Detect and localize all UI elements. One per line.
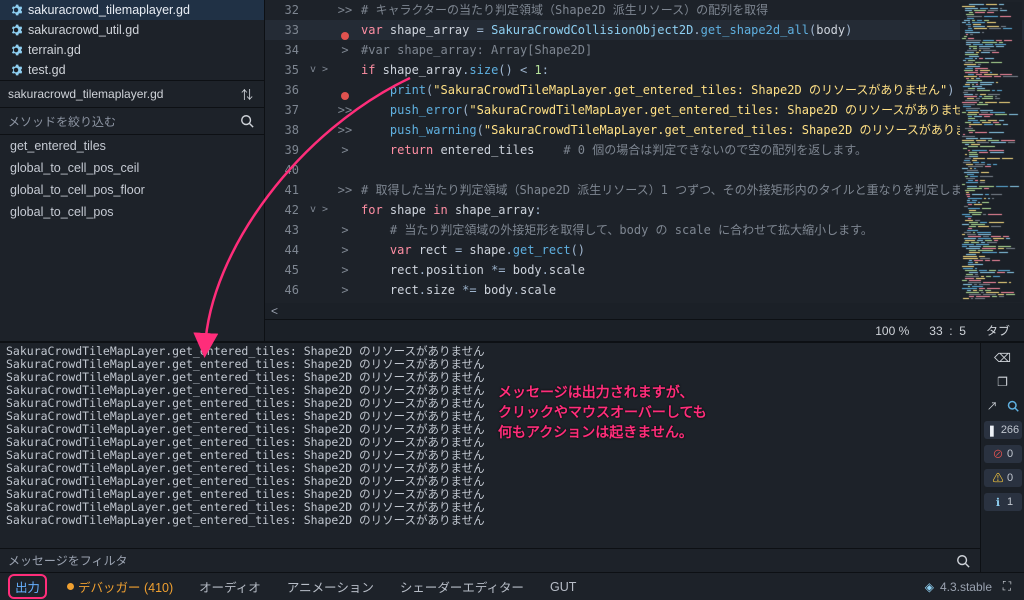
editor-status-bar: 100 % 33 : 5 タブ [265,319,1024,341]
code-line[interactable]: 42v >for shape in shape_array: [265,200,1024,220]
script-file-name: sakuracrowd_util.gd [28,23,139,37]
code-line[interactable]: 32>># キャラクターの当たり判定領域（Shape2D 派生リソース）の配列を… [265,0,1024,20]
code-line[interactable]: 36 print("SakuraCrowdTileMapLayer.get_en… [265,80,1024,100]
code-line[interactable]: 45> rect.position *= body.scale [265,260,1024,280]
info-count-badge[interactable]: ℹ1 [984,493,1022,511]
editor-hscroll[interactable]: < [265,303,1024,319]
output-side-toolbar: ⌫ ❐ ↗ ❚266 ⊘0 ⚠0 ℹ1 [980,343,1024,572]
script-file-1[interactable]: sakuracrowd_util.gd [0,20,264,40]
bottom-tab-debugger[interactable]: デバッガー (410) [61,575,179,598]
code-line[interactable]: 47 [265,300,1024,303]
bottom-tab-gut[interactable]: GUT [544,578,582,596]
script-icon [10,44,22,56]
method-list: get_entered_tilesglobal_to_cell_pos_ceil… [0,135,264,223]
script-icon [10,24,22,36]
script-file-name: sakuracrowd_tilemaplayer.gd [28,3,190,17]
bottom-tab-audio[interactable]: オーディオ [193,575,267,598]
external-icon[interactable]: ↗ [984,397,1002,415]
script-file-name: test.gd [28,63,66,77]
code-line[interactable]: 38>> push_warning("SakuraCrowdTileMapLay… [265,120,1024,140]
copy-output-icon[interactable]: ❐ [994,373,1012,391]
method-filter-bar: メソッドを絞り込む [0,107,264,135]
script-file-name: terrain.gd [28,43,81,57]
method-item-3[interactable]: global_to_cell_pos [0,201,264,223]
script-file-0[interactable]: sakuracrowd_tilemaplayer.gd [0,0,264,20]
godot-icon: ◈ [925,580,934,594]
cursor-pos[interactable]: 33 : 5 [929,324,966,338]
method-filter-placeholder[interactable]: メソッドを絞り込む [8,113,116,130]
warning-count-badge[interactable]: ⚠0 [984,469,1022,487]
output-log[interactable]: SakuraCrowdTileMapLayer.get_entered_tile… [0,343,980,548]
code-line[interactable]: 37>> push_error("SakuraCrowdTileMapLayer… [265,100,1024,120]
script-icon [10,4,22,16]
search-icon[interactable] [1004,397,1022,415]
file-filter-bar: sakuracrowd_tilemaplayer.gd ⇅ [0,80,264,107]
output-filter-input[interactable]: メッセージをフィルタ [8,552,954,569]
code-line[interactable]: 43> # 当たり判定領域の外接矩形を取得して、body の scale に合わ… [265,220,1024,240]
output-filter-bar: メッセージをフィルタ [0,548,980,572]
bottom-tab-output[interactable]: 出力 [8,574,47,599]
code-line[interactable]: 41>># 取得した当たり判定領域（Shape2D 派生リソース）1 つずつ、そ… [265,180,1024,200]
script-sidebar: sakuracrowd_tilemaplayer.gd sakuracrowd_u… [0,0,265,341]
output-panel: SakuraCrowdTileMapLayer.get_entered_tile… [0,342,1024,572]
code-line[interactable]: 34>#var shape_array: Array[Shape2D] [265,40,1024,60]
zoom-level[interactable]: 100 % [875,324,909,338]
method-item-2[interactable]: global_to_cell_pos_floor [0,179,264,201]
code-line[interactable]: 35v >if shape_array.size() < 1: [265,60,1024,80]
output-line: SakuraCrowdTileMapLayer.get_entered_tile… [6,514,974,527]
script-file-list: sakuracrowd_tilemaplayer.gd sakuracrowd_u… [0,0,264,80]
scroll-left-icon[interactable]: < [271,304,278,318]
error-count-badge[interactable]: ⊘0 [984,445,1022,463]
bottom-tab-shader[interactable]: シェーダーエディター [394,575,530,598]
bottom-tab-anim[interactable]: アニメーション [281,575,380,598]
maximize-dock-icon[interactable]: ⛶ [998,578,1016,596]
script-file-3[interactable]: test.gd [0,60,264,80]
code-editor: 32>># キャラクターの当たり判定領域（Shape2D 派生リソース）の配列を… [265,0,1024,341]
code-line[interactable]: 33var shape_array = SakuraCrowdCollision… [265,20,1024,40]
code-line[interactable]: 39> return entered_tiles # 0 個の場合は判定できない… [265,140,1024,160]
script-file-2[interactable]: terrain.gd [0,40,264,60]
file-filter-text: sakuracrowd_tilemaplayer.gd [8,87,163,101]
sort-icon[interactable]: ⇅ [238,85,256,103]
message-count-badge[interactable]: ❚266 [984,421,1022,439]
method-item-0[interactable]: get_entered_tiles [0,135,264,157]
code-area[interactable]: 32>># キャラクターの当たり判定領域（Shape2D 派生リソース）の配列を… [265,0,1024,303]
code-line[interactable]: 46> rect.size *= body.scale [265,280,1024,300]
indent-mode[interactable]: タブ [986,322,1010,339]
bottom-dock-tabs: 出力デバッガー (410) オーディオアニメーションシェーダーエディター GUT ◈… [0,572,1024,600]
clear-output-icon[interactable]: ⌫ [994,349,1012,367]
script-icon [10,64,22,76]
minimap[interactable] [960,2,1022,302]
search-icon[interactable] [238,112,256,130]
version-label: ◈ 4.3.stable ⛶ [925,578,1016,596]
debug-dot-icon [67,583,74,590]
code-line[interactable]: 44> var rect = shape.get_rect() [265,240,1024,260]
method-item-1[interactable]: global_to_cell_pos_ceil [0,157,264,179]
search-icon[interactable] [954,552,972,570]
code-line[interactable]: 40 [265,160,1024,180]
